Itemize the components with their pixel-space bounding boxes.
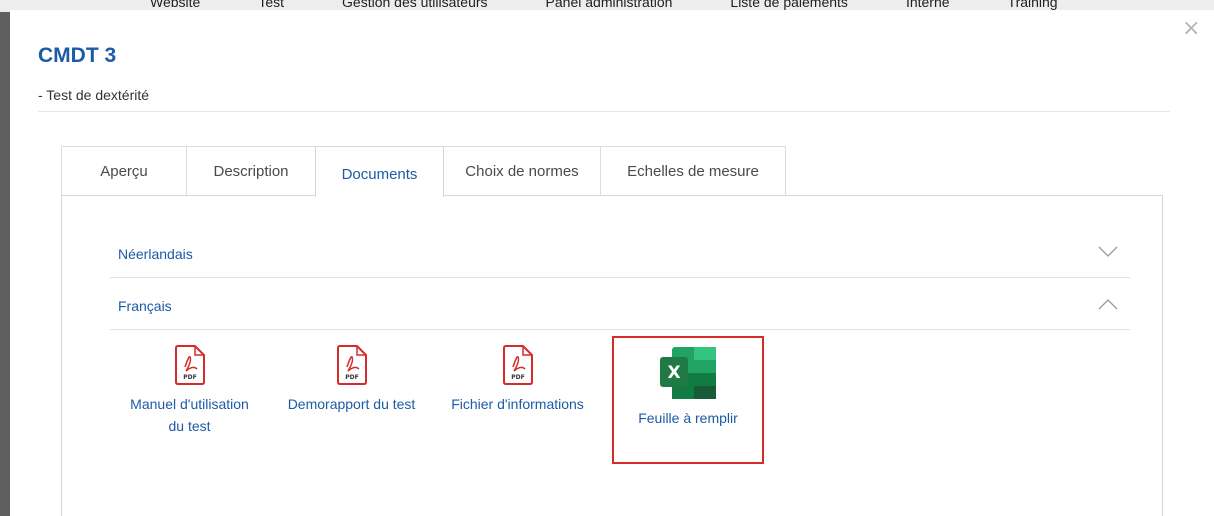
- svg-text:PDF: PDF: [511, 374, 524, 381]
- tab-choix-de-normes[interactable]: Choix de normes: [443, 146, 601, 195]
- pdf-icon: PDF: [336, 345, 367, 385]
- chevron-down-icon: [1098, 246, 1118, 257]
- tab-bar: Aperçu Description Documents Choix de no…: [61, 146, 786, 197]
- accordion-label-francais: Français: [118, 298, 172, 314]
- accordion-francais[interactable]: Français: [110, 278, 1130, 330]
- bg-nav-item-website: Website: [150, 0, 201, 10]
- tab-echelles-de-mesure[interactable]: Echelles de mesure: [600, 146, 786, 195]
- document-label: Feuille à remplir: [638, 410, 738, 426]
- svg-text:PDF: PDF: [183, 374, 196, 381]
- document-label: Fichier d'informations: [451, 396, 584, 412]
- bg-nav-item-training: Training: [1007, 0, 1058, 10]
- accordion-label-neerlandais: Néerlandais: [118, 246, 193, 262]
- bg-nav-item-admin: Panel administration: [545, 0, 673, 10]
- accordion-neerlandais[interactable]: Néerlandais: [110, 226, 1130, 278]
- pdf-icon: PDF: [174, 345, 205, 385]
- excel-icon: X: [660, 347, 716, 399]
- test-detail-modal: × CMDT 3 - Test de dextérité Aperçu Desc…: [10, 10, 1214, 516]
- document-manuel-utilisation[interactable]: PDF Manuel d'utilisation du test: [122, 345, 257, 437]
- header-divider: [38, 111, 1170, 112]
- bg-nav-item-users: Gestion des utilisateurs: [342, 0, 488, 10]
- modal-title: CMDT 3: [38, 44, 117, 67]
- tab-documents[interactable]: Documents: [315, 146, 444, 197]
- bg-nav-item-test: Test: [258, 0, 285, 10]
- document-demorapport[interactable]: PDF Demorapport du test: [284, 345, 419, 415]
- tab-apercu[interactable]: Aperçu: [61, 146, 187, 195]
- document-feuille-a-remplir[interactable]: X Feuille à remplir: [612, 336, 764, 464]
- pdf-icon: PDF: [502, 345, 533, 385]
- tab-description[interactable]: Description: [186, 146, 316, 195]
- modal-subtitle: - Test de dextérité: [38, 87, 150, 103]
- document-label: Demorapport du test: [287, 396, 416, 412]
- svg-text:X: X: [667, 363, 680, 383]
- document-label: Manuel d'utilisation du test: [130, 396, 249, 434]
- bg-nav-item-internal: Interne: [905, 0, 950, 10]
- close-icon[interactable]: ×: [1182, 18, 1200, 40]
- svg-text:PDF: PDF: [345, 374, 358, 381]
- bg-nav-item-payments: Liste de paiements: [730, 0, 848, 10]
- document-fichier-informations[interactable]: PDF Fichier d'informations: [450, 345, 585, 415]
- chevron-up-icon: [1098, 299, 1118, 310]
